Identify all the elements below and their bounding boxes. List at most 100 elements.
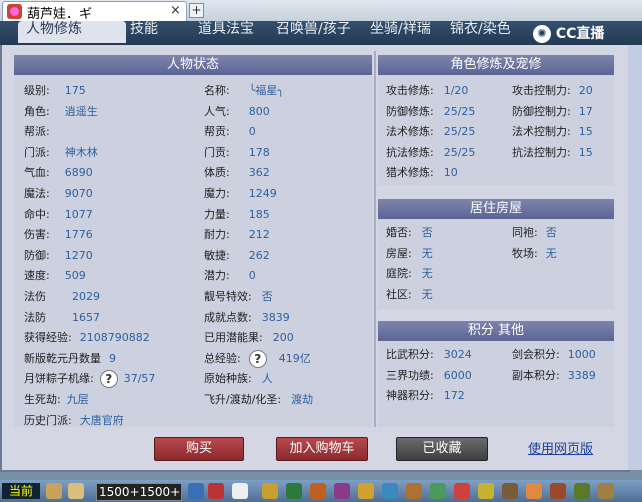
stat-value: 25/25: [443, 104, 476, 118]
stat-label: 三界功绩:: [386, 368, 434, 382]
stat-row: 法术控制力: 15: [512, 122, 612, 142]
stat-label: 人气:: [204, 104, 230, 118]
tab-mounts[interactable]: 坐骑/祥瑞: [370, 21, 431, 43]
stat-label: 名称:: [204, 84, 230, 97]
buy-button[interactable]: 购买: [154, 437, 244, 461]
stat-label: 成就点数:: [204, 310, 252, 324]
cultivation-header: 角色修炼及宠修: [378, 55, 614, 75]
stat-row: 魔法: 9070: [24, 184, 204, 204]
stat-label: 抗法控制力:: [512, 145, 571, 159]
stat-row: 成就点数: 3839: [204, 308, 372, 328]
stat-label: 靓号特效:: [204, 290, 252, 303]
guild-icon[interactable]: [334, 483, 350, 499]
tab-cultivation[interactable]: 人物修炼: [18, 21, 126, 43]
system-icon[interactable]: [406, 483, 422, 499]
stat-label: 法伤: [24, 290, 46, 303]
stat-value: 17: [578, 104, 593, 118]
pet-icon[interactable]: [232, 483, 248, 499]
stat-label: 副本积分:: [512, 368, 560, 382]
tab-outfits[interactable]: 锦衣/染色: [450, 21, 511, 43]
current-channel[interactable]: 当前: [2, 483, 40, 499]
browser-tab[interactable]: 葫芦娃．ギ ×: [2, 1, 187, 22]
activity-icon[interactable]: [454, 483, 470, 499]
skill-icon[interactable]: [188, 483, 204, 499]
stat-row: 门贡: 178: [204, 143, 372, 163]
stat-value: 178: [248, 145, 270, 159]
item-icon[interactable]: [208, 483, 224, 499]
stat-value: 15: [578, 125, 593, 139]
stat-label: 法术修炼:: [386, 125, 434, 139]
stat-value: 大唐官府: [79, 413, 124, 427]
stat-row: 社区: 无: [386, 285, 506, 305]
stat-label: 攻击控制力:: [512, 84, 571, 97]
chat-input[interactable]: 1500+1500+: [96, 483, 182, 501]
help-icon[interactable]: [550, 483, 566, 499]
settings-icon[interactable]: [574, 483, 590, 499]
stat-row: 牧场: 无: [512, 244, 612, 264]
stat-value: 3839: [261, 310, 290, 324]
stat-label: 已用潜能果:: [204, 331, 263, 345]
stat-row: 攻击控制力: 20: [512, 81, 612, 101]
stat-label: 牧场:: [512, 246, 538, 260]
stat-row: 伤害: 1776: [24, 225, 204, 245]
stat-label: 耐力:: [204, 228, 230, 242]
stat-value: 神木林: [64, 145, 98, 159]
web-version-link[interactable]: 使用网页版: [528, 438, 593, 457]
stat-value: 175: [64, 84, 86, 97]
stat-row: 速度: 509: [24, 266, 204, 286]
stat-row: 帮贡: 0: [204, 122, 372, 142]
stat-row: 庭院: 无: [386, 264, 506, 284]
rank-icon[interactable]: [502, 483, 518, 499]
face-icon[interactable]: [68, 483, 84, 499]
collected-button[interactable]: 已收藏: [396, 437, 488, 461]
stat-row: 神器积分: 172: [386, 386, 506, 406]
stat-value: 9070: [64, 187, 93, 200]
friends-icon[interactable]: [310, 483, 326, 499]
tab-summons[interactable]: 召唤兽/孩子: [276, 21, 351, 43]
close-icon[interactable]: ×: [170, 3, 181, 18]
stat-label: 房屋:: [386, 246, 412, 260]
stat-label: 速度:: [24, 269, 50, 283]
character-status-header: 人物状态: [14, 55, 372, 75]
gift-icon[interactable]: [526, 483, 542, 499]
mic-icon[interactable]: [46, 483, 62, 499]
new-tab-button[interactable]: +: [189, 3, 204, 18]
stat-label: 帮贡:: [204, 125, 230, 139]
tab-items[interactable]: 道具法宝: [198, 21, 254, 43]
reward-icon[interactable]: [478, 483, 494, 499]
help-icon[interactable]: ?: [99, 370, 118, 389]
stat-value: 3024: [443, 348, 472, 361]
mall-icon[interactable]: [430, 483, 446, 499]
stat-value: 25/25: [443, 125, 476, 139]
map-icon[interactable]: [382, 483, 398, 499]
stat-row: 总经验:? 419亿: [204, 349, 372, 369]
stat-value: 1270: [64, 248, 93, 262]
add-to-cart-button[interactable]: 加入购物车: [276, 437, 368, 461]
stat-label: 社区:: [386, 287, 412, 301]
stat-value: 262: [248, 248, 270, 262]
stat-row: 命中: 1077: [24, 205, 204, 225]
stat-label: 生死劫:: [24, 393, 61, 406]
stat-label: 气血:: [24, 166, 50, 180]
exit-icon[interactable]: [598, 483, 614, 499]
bag-icon[interactable]: [262, 483, 278, 499]
team-icon[interactable]: [286, 483, 302, 499]
cc-logo: ✺ CC直播: [533, 23, 637, 45]
stat-label: 法术控制力:: [512, 125, 571, 139]
stat-row: 房屋: 无: [386, 244, 506, 264]
stat-value: 人: [261, 372, 273, 386]
tab-skills[interactable]: 技能: [130, 21, 158, 43]
stat-label: 防御控制力:: [512, 104, 571, 118]
help-icon[interactable]: ?: [248, 349, 267, 368]
stat-value: 172: [443, 389, 465, 403]
stat-value: 0: [248, 125, 256, 139]
side-scrollbar[interactable]: [628, 45, 642, 470]
stat-row: [512, 264, 612, 284]
stat-row: 体质: 362: [204, 163, 372, 183]
stat-row: 猎术修炼: 10: [386, 163, 506, 183]
stat-value: 否: [545, 226, 557, 239]
task-icon[interactable]: [358, 483, 374, 499]
stat-label: 新版乾元丹数量: [24, 351, 101, 365]
taskbar: 当前 1500+1500+: [0, 480, 642, 502]
stat-row: 生死劫: 九层: [24, 390, 204, 410]
